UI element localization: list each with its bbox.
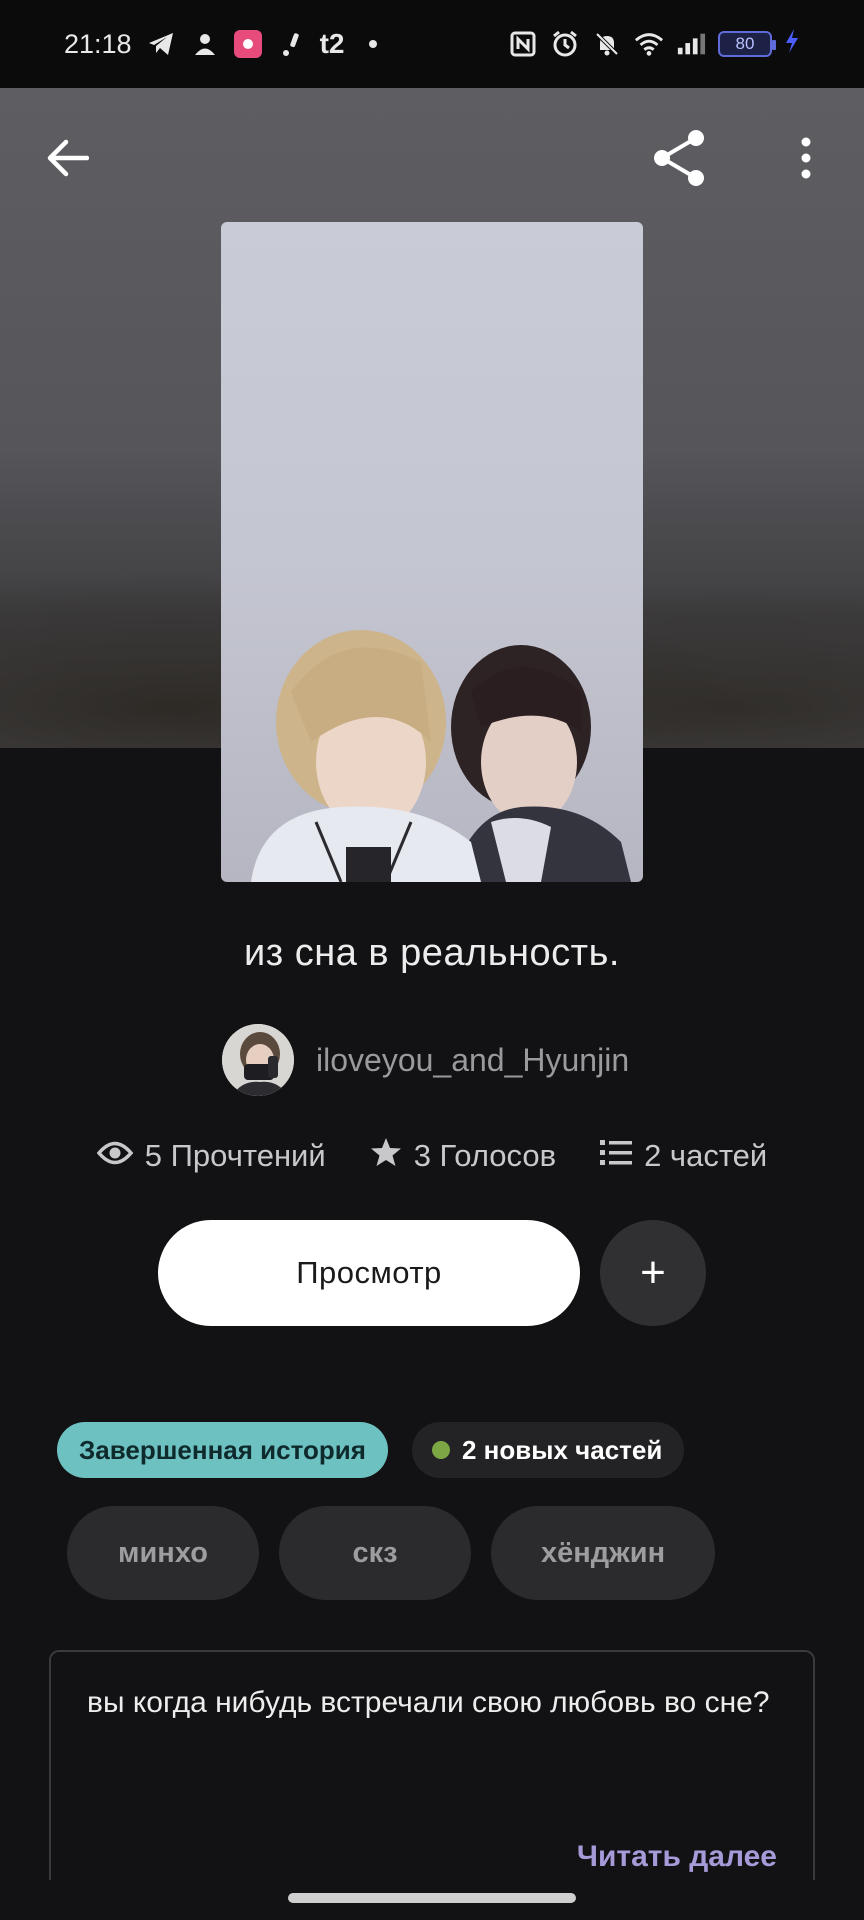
tag-list: минхо скз хёнджин xyxy=(67,1506,716,1600)
new-dot-icon xyxy=(432,1441,450,1459)
reads-stat: 5 Прочтений xyxy=(96,1138,326,1174)
star-icon xyxy=(370,1136,402,1176)
dot-icon xyxy=(358,29,388,59)
more-vertical-icon xyxy=(799,137,813,184)
battery-level: 80 xyxy=(735,34,755,53)
add-to-library-button[interactable]: + xyxy=(600,1220,706,1326)
read-more-link[interactable]: Читать далее xyxy=(577,1840,777,1874)
status-bar: 21:18 t2 80 xyxy=(0,0,864,88)
nfc-icon xyxy=(508,29,538,59)
eye-icon xyxy=(96,1138,134,1174)
tag-chip[interactable]: скз xyxy=(279,1506,471,1600)
alarm-icon xyxy=(550,29,580,59)
story-title: из сна в реальность. xyxy=(244,932,620,974)
carrier-label: t2 xyxy=(319,28,345,59)
bell-off-icon xyxy=(592,29,622,59)
plus-icon: + xyxy=(640,1248,666,1297)
author-row[interactable]: iloveyou_and_Hyunjin xyxy=(222,1024,629,1096)
notification-icon xyxy=(276,29,306,59)
app-pink-icon xyxy=(233,30,262,58)
list-icon xyxy=(600,1138,633,1174)
cover-illustration xyxy=(251,630,631,882)
parts-stat: 2 частей xyxy=(600,1138,767,1174)
share-icon xyxy=(650,128,710,193)
story-stats: 5 Прочтений 3 Голосов 2 частей xyxy=(0,1136,864,1176)
new-parts-badge: 2 новых частей xyxy=(412,1422,685,1478)
reads-count: 5 Прочтений xyxy=(144,1138,326,1173)
parts-count: 2 частей xyxy=(644,1138,768,1173)
author-avatar[interactable] xyxy=(222,1024,294,1096)
votes-count: 3 Голосов xyxy=(413,1138,557,1173)
completed-badge: Завершенная история xyxy=(57,1422,388,1478)
tag-chip[interactable]: хёнджин xyxy=(491,1506,716,1600)
telegram-icon xyxy=(146,29,176,59)
story-cover-image[interactable] xyxy=(221,222,643,882)
share-button[interactable] xyxy=(648,128,712,192)
gesture-nav-handle[interactable] xyxy=(288,1893,576,1903)
back-button[interactable] xyxy=(36,128,100,192)
tag-chip[interactable]: минхо xyxy=(67,1506,259,1600)
wifi-icon xyxy=(634,29,664,59)
status-time: 21:18 xyxy=(64,28,132,59)
votes-stat: 3 Голосов xyxy=(370,1136,556,1176)
arrow-left-icon xyxy=(47,139,90,182)
author-name[interactable]: iloveyou_and_Hyunjin xyxy=(316,1042,629,1079)
more-button[interactable] xyxy=(774,128,838,192)
new-parts-label: 2 новых частей xyxy=(462,1434,663,1465)
person-icon xyxy=(190,29,220,59)
signal-icon xyxy=(676,29,706,59)
read-button[interactable]: Просмотр xyxy=(158,1220,580,1326)
story-description: вы когда нибудь встречали свою любовь во… xyxy=(87,1686,770,1719)
charging-icon xyxy=(784,28,800,61)
battery-icon: 80 xyxy=(718,31,776,57)
